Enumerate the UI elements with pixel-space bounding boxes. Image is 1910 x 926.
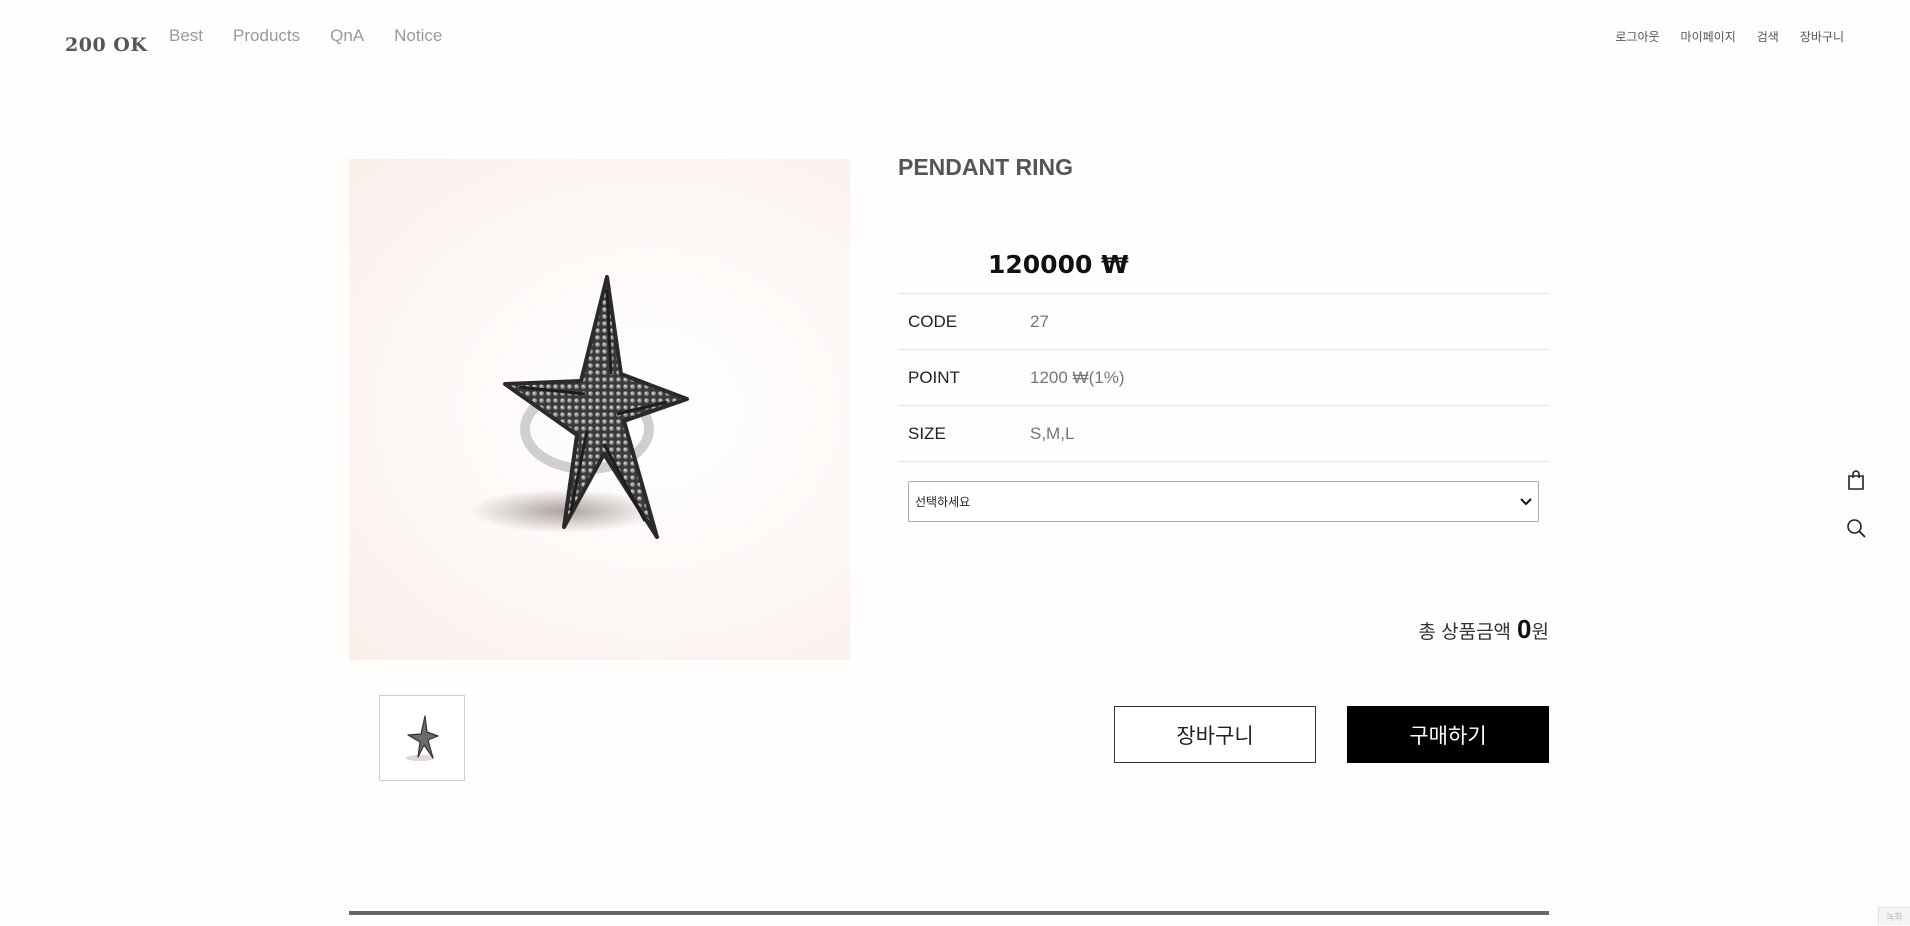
search-icon[interactable] [1845,517,1867,539]
buy-now-button[interactable]: 구매하기 [1347,706,1549,763]
nav-products[interactable]: Products [233,26,300,46]
nav-notice[interactable]: Notice [394,26,442,46]
starfish-thumb-icon [406,715,439,761]
info-row-code: CODE 27 [898,293,1549,349]
cart-link[interactable]: 장바구니 [1800,28,1844,45]
product-price: 120000 ₩ [988,250,1129,279]
site-logo[interactable]: 200 OK [65,34,147,56]
select-value: 선택하세요 [915,495,971,509]
info-label: POINT [908,367,960,387]
info-row-size: SIZE S,M,L [898,405,1549,462]
utility-menu: 로그아웃 마이페이지 검색 장바구니 [1615,28,1844,45]
product-thumbnail[interactable] [379,695,465,781]
info-label: SIZE [908,423,946,443]
section-divider [349,911,1549,915]
info-row-point: POINT 1200 ₩(1%) [898,349,1549,405]
starfish-ring-image [469,275,689,539]
size-option-select[interactable]: 선택하세요 [908,481,1539,522]
total-label: 총 상품금액 [1418,622,1512,643]
mypage-link[interactable]: 마이페이지 [1681,28,1736,45]
total-price: 총 상품금액 0 원 [1418,614,1549,645]
logout-link[interactable]: 로그아웃 [1615,28,1659,45]
info-value: S,M,L [1030,423,1075,443]
product-main-image [349,159,850,660]
info-label: CODE [908,311,958,331]
chevron-down-icon [1520,497,1532,505]
search-link[interactable]: 검색 [1757,28,1779,45]
recording-badge: 녹화 [1878,907,1910,925]
add-to-cart-button[interactable]: 장바구니 [1114,706,1316,763]
nav-qna[interactable]: QnA [330,26,364,46]
nav-best[interactable]: Best [169,26,203,46]
product-info-table: CODE 27 POINT 1200 ₩(1%) SIZE S,M,L [898,293,1549,462]
info-value: 1200 ₩(1%) [1030,367,1125,387]
main-nav: Best Products QnA Notice [169,26,442,46]
total-unit: 원 [1531,622,1549,643]
info-value: 27 [1030,311,1049,331]
total-amount: 0 [1517,614,1532,644]
shopping-bag-icon[interactable] [1845,469,1867,491]
product-title: PENDANT RING [898,154,1074,180]
